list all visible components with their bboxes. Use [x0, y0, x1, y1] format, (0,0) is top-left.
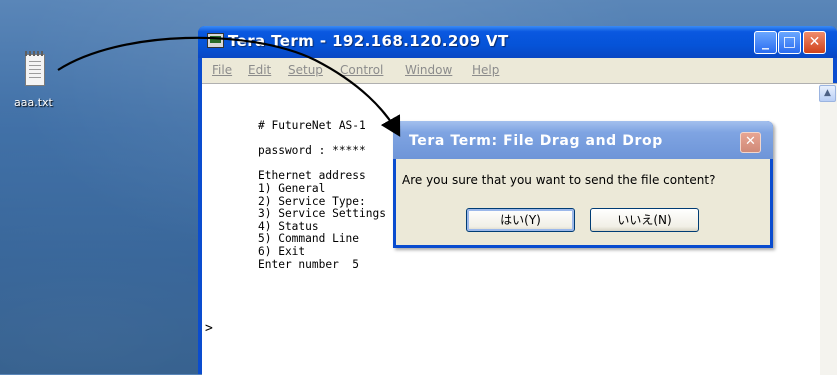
desktop-file-label: aaa.txt	[14, 96, 53, 109]
menu-setup[interactable]: Setup	[288, 63, 323, 77]
terminal-line: password : *****	[258, 144, 366, 158]
menu-control[interactable]: Control	[340, 63, 383, 77]
terminal-output: # FutureNet AS-1 password : ***** Ethern…	[258, 119, 386, 271]
dialog-body: Are you sure that you want to send the f…	[396, 159, 770, 245]
window-title: Tera Term - 192.168.120.209 VT	[228, 32, 509, 50]
no-button[interactable]: いいえ(N)	[590, 208, 699, 232]
terminal-cursor: >	[205, 321, 213, 336]
menu-edit[interactable]: Edit	[248, 63, 271, 77]
scroll-up-icon[interactable]: ▲	[819, 85, 836, 102]
menu-bar: File Edit Setup Control Window Help	[202, 58, 833, 83]
menu-file[interactable]: File	[212, 63, 232, 77]
terminal-line: 6) Exit	[258, 244, 306, 258]
dialog-close-button[interactable]: ✕	[740, 132, 761, 153]
vertical-scrollbar[interactable]: ▲	[819, 84, 837, 375]
terminal-line: # FutureNet AS-1	[258, 119, 366, 132]
file-drag-drop-dialog: Tera Term: File Drag and Drop ✕ Are you …	[393, 121, 773, 248]
minimize-button[interactable]: _	[754, 31, 777, 54]
text-file-icon	[25, 51, 45, 86]
yes-button[interactable]: はい(Y)	[466, 208, 575, 232]
close-button[interactable]: ✕	[803, 31, 826, 54]
menu-help[interactable]: Help	[472, 63, 499, 77]
maximize-button[interactable]: □	[778, 31, 801, 54]
menu-window[interactable]: Window	[405, 63, 452, 77]
terminal-line: 1) General	[258, 181, 326, 195]
terminal-line: 3) Service Settings	[258, 207, 386, 221]
window-titlebar[interactable]: Tera Term - 192.168.120.209 VT _ □ ✕	[198, 26, 837, 58]
dialog-titlebar[interactable]: Tera Term: File Drag and Drop ✕	[393, 121, 773, 159]
terminal-line: Enter number 5	[258, 257, 360, 271]
dialog-title: Tera Term: File Drag and Drop	[409, 133, 663, 149]
tera-term-app-icon[interactable]	[207, 33, 224, 48]
dialog-message: Are you sure that you want to send the f…	[402, 173, 716, 187]
